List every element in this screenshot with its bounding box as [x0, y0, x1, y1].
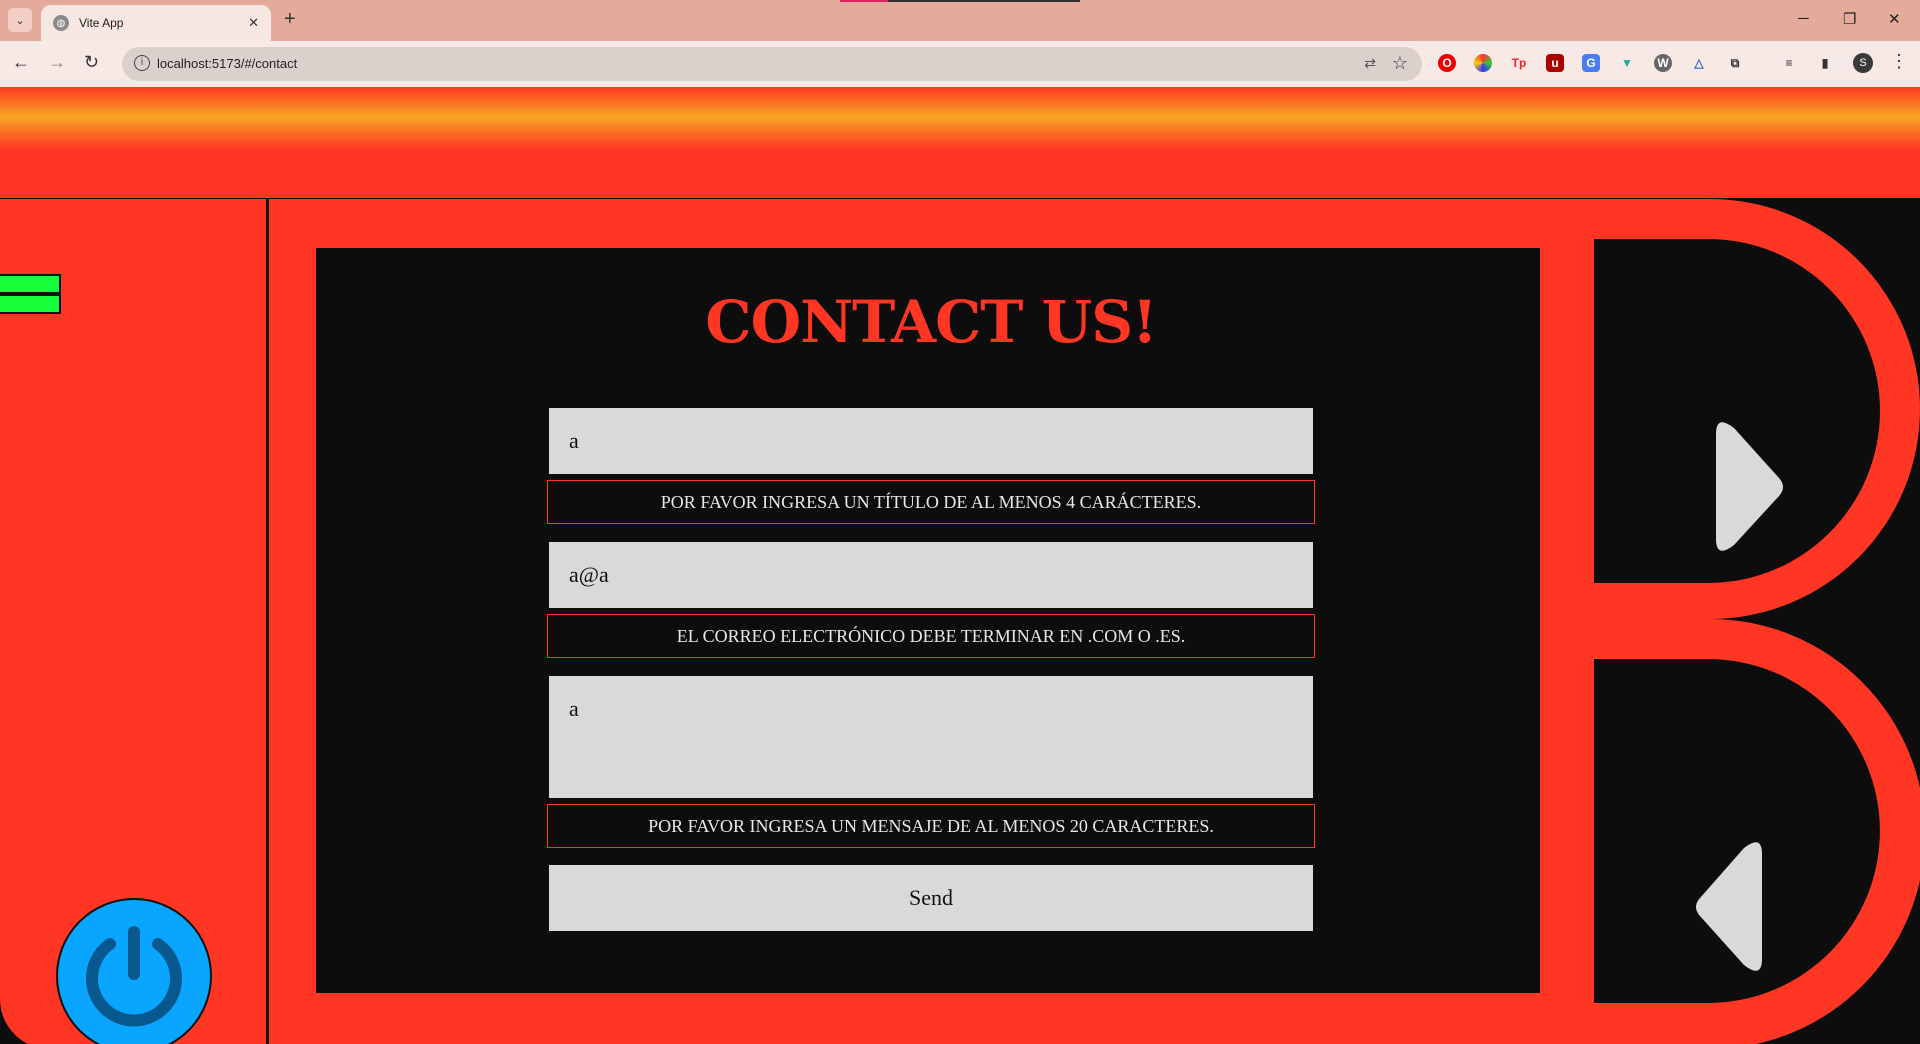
close-tab-icon[interactable]: ✕: [248, 15, 259, 31]
google-translate-extension-icon[interactable]: G: [1582, 54, 1600, 72]
close-window-icon[interactable]: ✕: [1888, 10, 1901, 28]
media-control-icon[interactable]: ≡: [1780, 54, 1798, 72]
right-console-panel: [1540, 199, 1920, 1044]
page-title: CONTACT US!: [705, 288, 1157, 356]
side-panel-icon[interactable]: ▮: [1816, 54, 1834, 72]
ublock-extension-icon[interactable]: u: [1546, 54, 1564, 72]
wappalyzer-icon[interactable]: W: [1654, 54, 1672, 72]
drive-extension-icon[interactable]: △: [1690, 54, 1708, 72]
contact-screen: CONTACT US! POR FAVOR INGRESA UN TÍTULO …: [316, 248, 1546, 993]
message-textarea[interactable]: a: [549, 676, 1313, 798]
tab-title: Vite App: [79, 16, 124, 30]
forward-icon[interactable]: →: [48, 52, 66, 73]
tp-extension-icon[interactable]: Tp: [1510, 54, 1528, 72]
browser-toolbar: ← → ↻ i localhost:5173/#/contact ⇄ ☆ O T…: [0, 41, 1920, 87]
site-info-icon[interactable]: i: [134, 55, 150, 71]
browser-menu-icon[interactable]: ⋮: [1890, 51, 1908, 72]
globe-icon: ◍: [53, 15, 69, 31]
browser-tab-strip: ⌄ ◍ Vite App ✕ + ─ ❐ ✕: [0, 0, 1920, 41]
new-tab-icon[interactable]: +: [284, 8, 296, 31]
profile-avatar[interactable]: S: [1853, 53, 1873, 73]
left-console-panel: [0, 199, 269, 1044]
translate-icon[interactable]: ⇄: [1364, 55, 1376, 72]
tab-search-icon[interactable]: ⌄: [8, 8, 32, 32]
reload-icon[interactable]: ↻: [84, 52, 99, 73]
hamburger-icon[interactable]: [0, 274, 61, 294]
restore-icon[interactable]: ❐: [1843, 10, 1856, 28]
header-band: [0, 87, 1920, 200]
color-extension-icon[interactable]: [1474, 54, 1492, 72]
power-button[interactable]: [56, 898, 212, 1044]
hamburger-icon-line[interactable]: [0, 294, 61, 314]
extensions-puzzle-icon[interactable]: ⧉: [1726, 54, 1744, 72]
send-button[interactable]: Send: [549, 865, 1313, 931]
back-icon[interactable]: ←: [12, 52, 30, 73]
page-viewport: CONTACT US! POR FAVOR INGRESA UN TÍTULO …: [0, 87, 1920, 1044]
power-icon: [86, 926, 182, 1027]
message-error-message: POR FAVOR INGRESA UN MENSAJE DE AL MENOS…: [547, 804, 1315, 848]
opera-extension-icon[interactable]: O: [1438, 54, 1456, 72]
address-url[interactable]: localhost:5173/#/contact: [157, 56, 297, 71]
email-input[interactable]: [549, 542, 1313, 608]
title-input[interactable]: [549, 408, 1313, 474]
email-error-message: EL CORREO ELECTRÓNICO DEBE TERMINAR EN .…: [547, 614, 1315, 658]
bookmark-star-icon[interactable]: ☆: [1392, 53, 1408, 74]
vue-devtools-icon[interactable]: ▼: [1618, 54, 1636, 72]
address-bar[interactable]: i localhost:5173/#/contact ⇄ ☆: [122, 47, 1422, 81]
browser-tab[interactable]: ◍ Vite App ✕: [41, 5, 271, 41]
title-error-message: POR FAVOR INGRESA UN TÍTULO DE AL MENOS …: [547, 480, 1315, 524]
minimize-icon[interactable]: ─: [1798, 10, 1809, 27]
tab-strip-indicator-accent: [840, 0, 888, 2]
